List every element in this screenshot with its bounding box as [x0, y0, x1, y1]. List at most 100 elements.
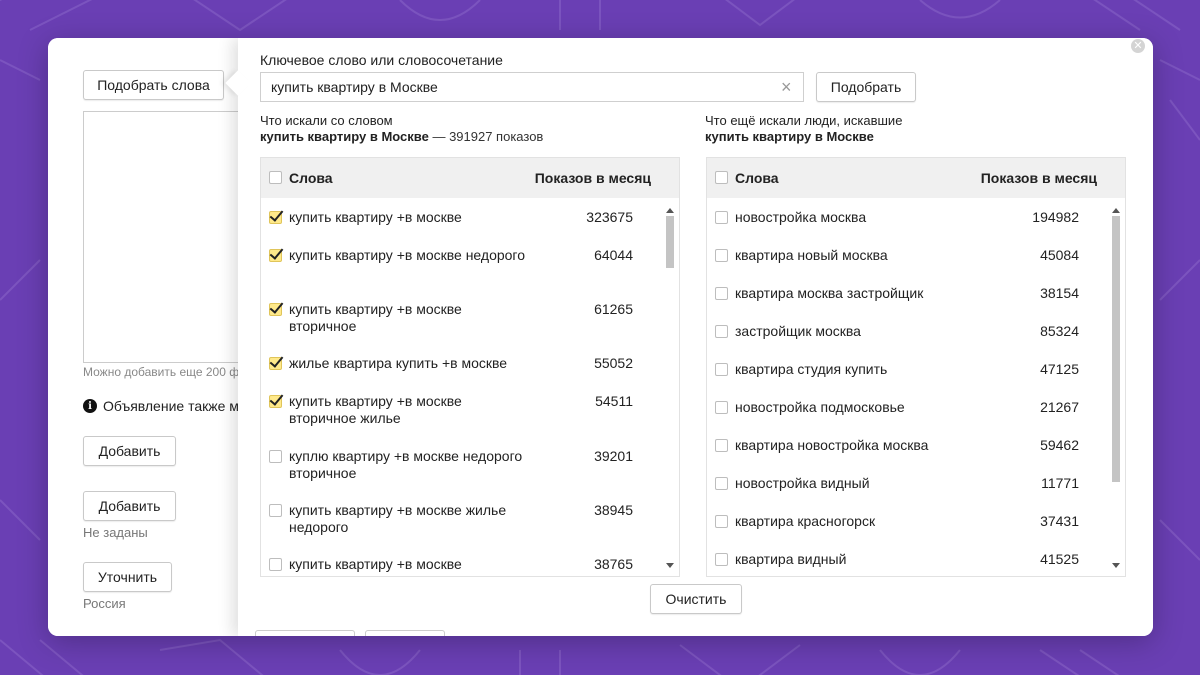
row-count: 21267 — [1040, 399, 1079, 415]
clear-button[interactable]: Очистить — [650, 584, 742, 614]
row-checkbox[interactable] — [715, 553, 728, 566]
row-phrase: купить квартиру +в москве — [289, 556, 462, 572]
select-all-checkbox[interactable] — [715, 171, 728, 184]
right-column-caption: Что ещё искали люди, искавшие купить ква… — [705, 113, 902, 145]
pick-button[interactable]: Подобрать — [816, 72, 916, 102]
row-checkbox[interactable] — [269, 504, 282, 517]
header-words: Слова — [735, 170, 779, 186]
campaign-form: Подобрать слова Можно добавить еще 200 ф… — [48, 38, 254, 636]
row-phrase: купить квартиру +в москве жилье недорого — [289, 502, 507, 535]
row-phrase: жилье квартира купить +в москве — [289, 355, 508, 371]
app-window: Подобрать слова Можно добавить еще 200 ф… — [48, 38, 1153, 636]
info-note: i Объявление также м — [83, 398, 239, 414]
table-body: купить квартиру +в москве 323675 купить кв… — [261, 198, 679, 576]
left-column-caption: Что искали со словом купить квартиру в М… — [260, 113, 543, 145]
right-caption-line1: Что ещё искали люди, искавшие — [705, 113, 903, 128]
row-checkbox[interactable] — [269, 558, 282, 571]
add-button-1[interactable]: Добавить — [83, 436, 176, 466]
row-checkbox[interactable] — [269, 450, 282, 463]
word-picker-popup: ✕ Ключевое слово или словосочетание купи… — [225, 38, 1153, 636]
row-phrase: куплю квартиру +в москве недорого вторич… — [289, 448, 523, 481]
scroll-up-icon[interactable] — [666, 208, 674, 213]
add-button-2[interactable]: Добавить — [83, 491, 176, 521]
row-checkbox[interactable] — [715, 363, 728, 376]
row-checkbox[interactable] — [269, 395, 282, 408]
table-header: Слова Показов в месяц — [261, 158, 679, 198]
refine-button[interactable]: Уточнить — [83, 562, 172, 592]
clear-input-icon[interactable]: × — [781, 77, 792, 98]
not-set-label: Не заданы — [83, 525, 148, 540]
row-count: 38154 — [1040, 285, 1079, 301]
row-count: 54511 — [595, 393, 633, 409]
close-icon[interactable]: ✕ — [1131, 39, 1145, 53]
related-words-table: Слова Показов в месяц новостройка москва… — [706, 157, 1126, 577]
row-count: 323675 — [586, 209, 633, 225]
info-icon: i — [83, 399, 97, 413]
row-phrase: купить квартиру +в москве недорого — [289, 247, 526, 263]
row-phrase: квартира новостройка москва — [735, 437, 929, 453]
row-checkbox[interactable] — [715, 325, 728, 338]
row-checkbox[interactable] — [715, 515, 728, 528]
row-count: 38945 — [594, 502, 633, 518]
row-phrase: квартира красногорск — [735, 513, 876, 529]
search-words-table: Слова Показов в месяц купить квартиру +в… — [260, 157, 680, 577]
row-count: 45084 — [1040, 247, 1079, 263]
row-checkbox[interactable] — [715, 477, 728, 490]
row-count: 85324 — [1040, 323, 1079, 339]
row-count: 11771 — [1041, 475, 1079, 491]
row-phrase: новостройка подмосковье — [735, 399, 905, 415]
row-phrase: новостройка москва — [735, 209, 867, 225]
row-phrase: новостройка видный — [735, 475, 870, 491]
scroll-thumb[interactable] — [666, 216, 674, 268]
right-caption-phrase: купить квартиру в Москве — [705, 129, 874, 144]
row-checkbox[interactable] — [269, 211, 282, 224]
row-checkbox[interactable] — [715, 249, 728, 262]
row-count: 194982 — [1032, 209, 1079, 225]
scroll-thumb[interactable] — [1112, 216, 1120, 482]
footer-button-stub[interactable] — [255, 630, 355, 636]
row-phrase: квартира студия купить — [735, 361, 888, 377]
region-label: Россия — [83, 596, 126, 611]
row-count: 64044 — [594, 247, 633, 263]
select-all-checkbox[interactable] — [269, 171, 282, 184]
row-checkbox[interactable] — [715, 287, 728, 300]
scrollbar[interactable] — [663, 202, 677, 574]
header-words: Слова — [289, 170, 333, 186]
header-shows: Показов в месяц — [980, 170, 1097, 186]
row-count: 41525 — [1040, 551, 1079, 567]
row-phrase: купить квартиру +в москве — [289, 209, 462, 225]
phrases-textarea[interactable] — [83, 111, 254, 363]
row-count: 59462 — [1040, 437, 1079, 453]
keyword-label: Ключевое слово или словосочетание — [260, 52, 503, 68]
row-checkbox[interactable] — [269, 303, 282, 316]
table-body: новостройка москва 194982 квартира новый м… — [707, 198, 1125, 576]
row-count: 47125 — [1040, 361, 1079, 377]
left-caption-line1: Что искали со словом — [260, 113, 393, 128]
header-shows: Показов в месяц — [534, 170, 651, 186]
scroll-down-icon[interactable] — [1112, 563, 1120, 568]
phrases-limit-hint: Можно добавить еще 200 фр — [83, 365, 246, 379]
pick-words-button[interactable]: Подобрать слова — [83, 70, 224, 100]
row-checkbox[interactable] — [269, 249, 282, 262]
row-checkbox[interactable] — [715, 439, 728, 452]
row-phrase: застройщик москва — [735, 323, 861, 339]
row-checkbox[interactable] — [715, 401, 728, 414]
row-checkbox[interactable] — [269, 357, 282, 370]
keyword-input[interactable]: купить квартиру в Москве — [260, 72, 804, 102]
row-checkbox[interactable] — [715, 211, 728, 224]
scroll-down-icon[interactable] — [666, 563, 674, 568]
row-count: 38765 — [594, 556, 633, 572]
row-count: 55052 — [594, 355, 633, 371]
scroll-up-icon[interactable] — [1112, 208, 1120, 213]
left-caption-phrase: купить квартиру в Москве — [260, 129, 429, 144]
scrollbar[interactable] — [1109, 202, 1123, 574]
left-caption-total: — 391927 показов — [428, 129, 544, 144]
table-header: Слова Показов в месяц — [707, 158, 1125, 198]
row-phrase: квартира видный — [735, 551, 847, 567]
info-note-text: Объявление также м — [103, 398, 239, 414]
row-phrase: купить квартиру +в москве вторичное — [289, 301, 462, 334]
row-count: 39201 — [594, 448, 633, 464]
row-phrase: квартира москва застройщик — [735, 285, 924, 301]
footer-button-stub[interactable] — [365, 630, 445, 636]
row-phrase: купить квартиру +в москве вторичное жиль… — [289, 393, 462, 426]
